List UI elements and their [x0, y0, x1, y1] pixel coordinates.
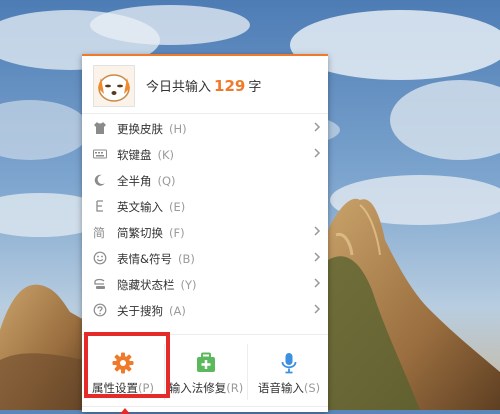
count-unit: 字 — [248, 80, 262, 95]
button-label: 属性设置 — [92, 381, 139, 395]
menu-item-shortcut: (A) — [169, 304, 186, 318]
tshirt-icon — [94, 122, 106, 134]
divider — [82, 334, 328, 335]
svg-text:简: 简 — [93, 226, 105, 239]
menu-item-full-half-width[interactable]: 全半角 (Q) — [82, 167, 328, 193]
menu-item-shortcut: (F) — [169, 226, 185, 240]
chevron-right-icon — [314, 278, 321, 288]
menu-item-label: 更换皮肤 — [117, 122, 163, 136]
menu-item-soft-keyboard[interactable]: 软键盘 (K) — [82, 141, 328, 167]
smiley-icon — [93, 251, 107, 265]
daily-input-count: 今日共输入 129 字 — [146, 76, 261, 95]
menu-item-emoji-symbols[interactable]: 表情&符号 (B) — [82, 245, 328, 271]
menu-item-simplified-traditional[interactable]: 简 简繁切换 (F) — [82, 219, 328, 245]
sogou-context-menu: 今日共输入 129 字 更换皮肤 (H) 软键盘 (K) 全半角 (Q) 英文输入 (E) … — [82, 54, 330, 414]
menu-item-label: 表情&符号 — [117, 252, 172, 266]
menu-item-label: 软键盘 — [117, 148, 152, 162]
menu-item-label: 全半角 — [117, 174, 152, 188]
letter-e-icon — [96, 200, 103, 212]
menu-item-shortcut: (B) — [177, 252, 195, 266]
question-icon — [93, 303, 107, 317]
divider — [82, 113, 328, 114]
button-label: 语音输入 — [257, 381, 304, 395]
sogou-dog-avatar-icon — [93, 65, 135, 107]
divider — [82, 406, 328, 407]
menu-item-label: 隐藏状态栏 — [117, 278, 175, 292]
menu-item-change-skin[interactable]: 更换皮肤 (H) — [82, 115, 328, 141]
menu-item-label: 简繁切换 — [117, 226, 163, 240]
button-shortcut: (P) — [138, 381, 154, 395]
chevron-right-icon — [314, 304, 321, 314]
menu-item-shortcut: (Y) — [180, 278, 197, 292]
menu-item-label: 英文输入 — [117, 200, 163, 214]
count-prefix: 今日共输入 — [146, 80, 212, 95]
chevron-right-icon — [314, 226, 321, 236]
bottom-toolbar: 属性设置(P) 输入法修复(R) 语音输入(S) — [82, 338, 330, 414]
menu-item-about-sogou[interactable]: 关于搜狗 (A) — [82, 297, 328, 323]
menu-item-shortcut: (E) — [169, 200, 186, 214]
chevron-right-icon — [314, 252, 321, 262]
hide-statusbar-icon — [94, 278, 105, 289]
keyboard-icon — [93, 149, 107, 159]
microphone-icon — [281, 353, 297, 374]
menu-item-shortcut: (Q) — [157, 174, 176, 188]
menu-item-english-input[interactable]: 英文输入 (E) — [82, 193, 328, 219]
count-value: 129 — [214, 77, 246, 95]
caret-up-icon — [120, 408, 130, 414]
chevron-right-icon — [314, 122, 321, 132]
gear-icon — [112, 352, 134, 374]
ime-repair-button[interactable]: 输入法修复(R) — [165, 338, 247, 404]
voice-input-button[interactable]: 语音输入(S) — [248, 338, 330, 404]
menu-header: 今日共输入 129 字 — [82, 56, 328, 112]
chevron-right-icon — [314, 148, 321, 158]
button-shortcut: (S) — [303, 381, 321, 395]
button-label: 输入法修复 — [168, 381, 227, 395]
menu-item-label: 关于搜狗 — [117, 304, 163, 318]
property-settings-button[interactable]: 属性设置(P) — [82, 338, 164, 404]
moon-icon — [94, 174, 105, 186]
menu-item-hide-statusbar[interactable]: 隐藏状态栏 (Y) — [82, 271, 328, 297]
traditional-char-icon: 简 — [93, 226, 105, 239]
menu-item-shortcut: (K) — [157, 148, 175, 162]
toolbox-repair-icon — [197, 352, 215, 372]
button-shortcut: (R) — [226, 381, 244, 395]
menu-item-shortcut: (H) — [169, 122, 187, 136]
